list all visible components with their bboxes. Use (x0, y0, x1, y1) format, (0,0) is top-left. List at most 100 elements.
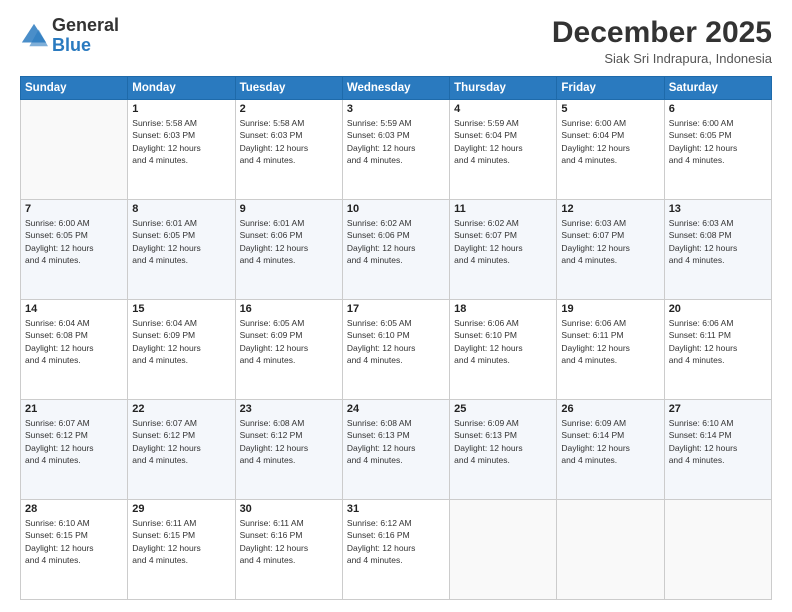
calendar-cell: 18Sunrise: 6:06 AMSunset: 6:10 PMDayligh… (450, 300, 557, 400)
calendar-cell (21, 100, 128, 200)
calendar-cell: 14 Sunrise: 6:04 AMSunset: 6:08 PMDayligh… (21, 300, 128, 400)
day-number: 17 (347, 303, 445, 315)
calendar-cell: 11 Sunrise: 6:02 AMSunset: 6:07 PMDayligh… (450, 200, 557, 300)
cell-details: Sunrise: 6:10 AMSunset: 6:15 PMDaylight:… (25, 517, 123, 566)
day-number: 16 (240, 303, 338, 315)
calendar-cell: 13 Sunrise: 6:03 AMSunset: 6:08 PMDayligh… (664, 200, 771, 300)
header: General Blue December 2025 Siak Sri Indr… (20, 16, 772, 66)
col-friday: Friday (557, 77, 664, 100)
day-number: 1 (132, 103, 230, 115)
cell-details: Sunrise: 6:08 AMSunset: 6:12 PMDaylight:… (240, 417, 338, 466)
calendar-cell: 29 Sunrise: 6:11 AMSunset: 6:15 PMDayligh… (128, 500, 235, 600)
cell-details: Sunrise: 6:02 AMSunset: 6:07 PMDaylight:… (454, 217, 552, 266)
calendar-cell: 2Sunrise: 5:58 AMSunset: 6:03 PMDaylight… (235, 100, 342, 200)
calendar-cell: 6 Sunrise: 6:00 AMSunset: 6:05 PMDaylight… (664, 100, 771, 200)
cell-details: Sunrise: 6:07 AMSunset: 6:12 PMDaylight:… (25, 417, 123, 466)
day-number: 10 (347, 203, 445, 215)
calendar-cell: 17 Sunrise: 6:05 AMSunset: 6:10 PMDayligh… (342, 300, 449, 400)
col-thursday: Thursday (450, 77, 557, 100)
calendar-cell: 25 Sunrise: 6:09 AMSunset: 6:13 PMDayligh… (450, 400, 557, 500)
calendar-cell: 24 Sunrise: 6:08 AMSunset: 6:13 PMDayligh… (342, 400, 449, 500)
cell-details: Sunrise: 6:11 AMSunset: 6:16 PMDaylight:… (240, 517, 338, 566)
cell-details: Sunrise: 6:06 AMSunset: 6:11 PMDaylight:… (669, 317, 767, 366)
calendar-cell: 10 Sunrise: 6:02 AMSunset: 6:06 PMDayligh… (342, 200, 449, 300)
calendar-cell: 16 Sunrise: 6:05 AMSunset: 6:09 PMDayligh… (235, 300, 342, 400)
calendar-table: Sunday Monday Tuesday Wednesday Thursday… (20, 76, 772, 600)
calendar-week-row: 1 Sunrise: 5:58 AMSunset: 6:03 PMDaylight… (21, 100, 772, 200)
day-number: 5 (561, 103, 659, 115)
day-number: 13 (669, 203, 767, 215)
calendar-page: General Blue December 2025 Siak Sri Indr… (0, 0, 792, 612)
location-subtitle: Siak Sri Indrapura, Indonesia (552, 51, 772, 66)
cell-details: Sunrise: 6:09 AMSunset: 6:13 PMDaylight:… (454, 417, 552, 466)
cell-details: Sunrise: 6:06 AMSunset: 6:10 PMDaylight:… (454, 317, 552, 366)
cell-details: Sunrise: 5:59 AMSunset: 6:04 PMDaylight:… (454, 117, 552, 166)
calendar-cell: 3 Sunrise: 5:59 AMSunset: 6:03 PMDaylight… (342, 100, 449, 200)
cell-details: Sunrise: 6:11 AMSunset: 6:15 PMDaylight:… (132, 517, 230, 566)
title-block: December 2025 Siak Sri Indrapura, Indone… (552, 16, 772, 66)
calendar-week-row: 7Sunrise: 6:00 AMSunset: 6:05 PMDaylight… (21, 200, 772, 300)
cell-details: Sunrise: 6:10 AMSunset: 6:14 PMDaylight:… (669, 417, 767, 466)
cell-details: Sunrise: 6:03 AMSunset: 6:08 PMDaylight:… (669, 217, 767, 266)
calendar-cell: 31Sunrise: 6:12 AMSunset: 6:16 PMDayligh… (342, 500, 449, 600)
day-number: 19 (561, 303, 659, 315)
cell-details: Sunrise: 6:09 AMSunset: 6:14 PMDaylight:… (561, 417, 659, 466)
cell-details: Sunrise: 6:07 AMSunset: 6:12 PMDaylight:… (132, 417, 230, 466)
cell-details: Sunrise: 6:00 AMSunset: 6:05 PMDaylight:… (669, 117, 767, 166)
day-number: 3 (347, 103, 445, 115)
day-number: 24 (347, 403, 445, 415)
day-number: 30 (240, 503, 338, 515)
day-number: 29 (132, 503, 230, 515)
calendar-cell: 1Sunrise: 5:58 AMSunset: 6:03 PMDaylight… (128, 100, 235, 200)
calendar-cell: 5 Sunrise: 6:00 AMSunset: 6:04 PMDaylight… (557, 100, 664, 200)
day-number: 4 (454, 103, 552, 115)
cell-details: Sunrise: 6:01 AMSunset: 6:05 PMDaylight:… (132, 217, 230, 266)
calendar-cell: 23Sunrise: 6:08 AMSunset: 6:12 PMDayligh… (235, 400, 342, 500)
cell-details: Sunrise: 6:02 AMSunset: 6:06 PMDaylight:… (347, 217, 445, 266)
calendar-cell: 28Sunrise: 6:10 AMSunset: 6:15 PMDayligh… (21, 500, 128, 600)
calendar-cell (557, 500, 664, 600)
day-number: 26 (561, 403, 659, 415)
day-number: 25 (454, 403, 552, 415)
cell-details: Sunrise: 6:05 AMSunset: 6:10 PMDaylight:… (347, 317, 445, 366)
logo: General Blue (20, 16, 119, 56)
calendar-cell: 7Sunrise: 6:00 AMSunset: 6:05 PMDaylight… (21, 200, 128, 300)
col-monday: Monday (128, 77, 235, 100)
col-wednesday: Wednesday (342, 77, 449, 100)
cell-details: Sunrise: 6:03 AMSunset: 6:07 PMDaylight:… (561, 217, 659, 266)
cell-details: Sunrise: 6:05 AMSunset: 6:09 PMDaylight:… (240, 317, 338, 366)
calendar-cell: 15Sunrise: 6:04 AMSunset: 6:09 PMDayligh… (128, 300, 235, 400)
cell-details: Sunrise: 5:59 AMSunset: 6:03 PMDaylight:… (347, 117, 445, 166)
col-tuesday: Tuesday (235, 77, 342, 100)
calendar-week-row: 14 Sunrise: 6:04 AMSunset: 6:08 PMDayligh… (21, 300, 772, 400)
cell-details: Sunrise: 6:00 AMSunset: 6:04 PMDaylight:… (561, 117, 659, 166)
day-number: 8 (132, 203, 230, 215)
calendar-header-row: Sunday Monday Tuesday Wednesday Thursday… (21, 77, 772, 100)
calendar-cell: 12 Sunrise: 6:03 AMSunset: 6:07 PMDayligh… (557, 200, 664, 300)
cell-details: Sunrise: 6:06 AMSunset: 6:11 PMDaylight:… (561, 317, 659, 366)
day-number: 6 (669, 103, 767, 115)
month-title: December 2025 (552, 16, 772, 49)
calendar-cell: 9Sunrise: 6:01 AMSunset: 6:06 PMDaylight… (235, 200, 342, 300)
calendar-cell: 22 Sunrise: 6:07 AMSunset: 6:12 PMDayligh… (128, 400, 235, 500)
cell-details: Sunrise: 6:04 AMSunset: 6:09 PMDaylight:… (132, 317, 230, 366)
calendar-cell: 19 Sunrise: 6:06 AMSunset: 6:11 PMDayligh… (557, 300, 664, 400)
day-number: 11 (454, 203, 552, 215)
cell-details: Sunrise: 5:58 AMSunset: 6:03 PMDaylight:… (240, 117, 338, 166)
logo-general-text: General (52, 15, 119, 35)
cell-details: Sunrise: 6:08 AMSunset: 6:13 PMDaylight:… (347, 417, 445, 466)
calendar-cell: 27 Sunrise: 6:10 AMSunset: 6:14 PMDayligh… (664, 400, 771, 500)
calendar-cell: 20Sunrise: 6:06 AMSunset: 6:11 PMDayligh… (664, 300, 771, 400)
day-number: 27 (669, 403, 767, 415)
day-number: 12 (561, 203, 659, 215)
col-saturday: Saturday (664, 77, 771, 100)
cell-details: Sunrise: 6:01 AMSunset: 6:06 PMDaylight:… (240, 217, 338, 266)
calendar-cell: 26 Sunrise: 6:09 AMSunset: 6:14 PMDayligh… (557, 400, 664, 500)
calendar-cell: 8 Sunrise: 6:01 AMSunset: 6:05 PMDaylight… (128, 200, 235, 300)
day-number: 21 (25, 403, 123, 415)
day-number: 14 (25, 303, 123, 315)
cell-details: Sunrise: 6:04 AMSunset: 6:08 PMDaylight:… (25, 317, 123, 366)
calendar-cell (664, 500, 771, 600)
logo-icon (20, 22, 48, 50)
day-number: 22 (132, 403, 230, 415)
